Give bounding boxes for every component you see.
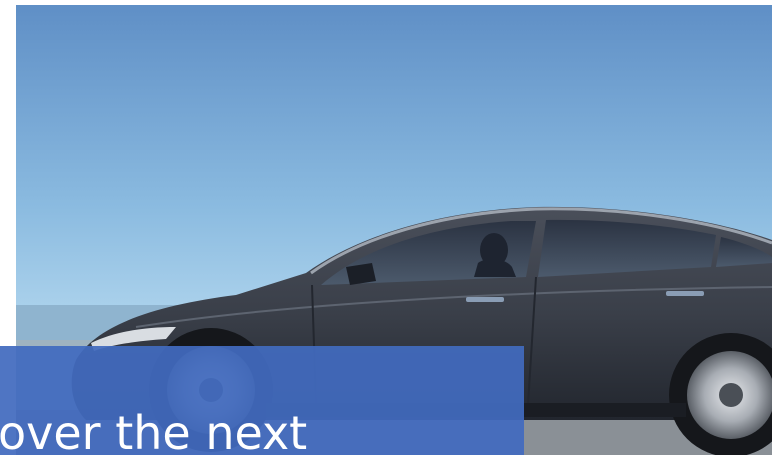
slide: over the next [0, 0, 772, 455]
caption-text: over the next [0, 406, 308, 455]
caption-banner: over the next [0, 346, 524, 455]
